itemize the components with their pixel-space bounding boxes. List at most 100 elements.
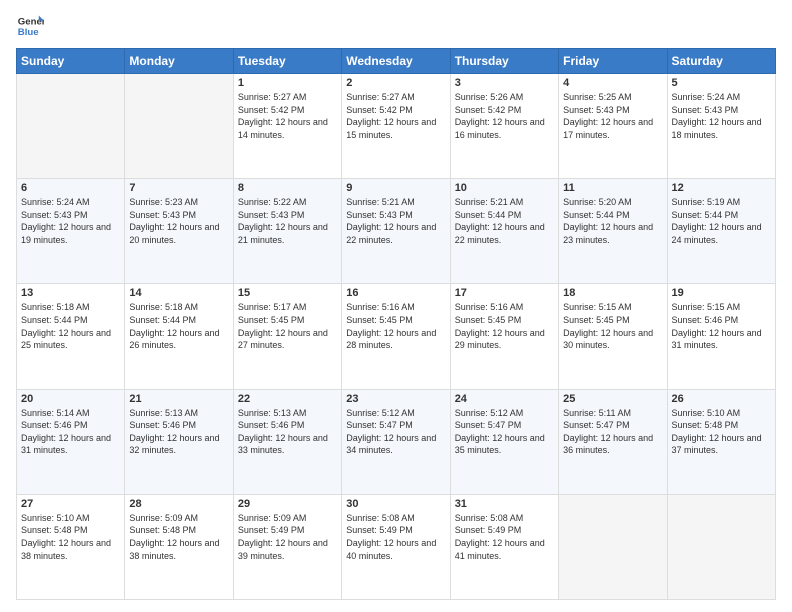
weekday-header-friday: Friday <box>559 49 667 74</box>
day-number: 18 <box>563 287 662 299</box>
day-info: Sunrise: 5:24 AMSunset: 5:43 PMDaylight:… <box>21 196 120 246</box>
day-number: 15 <box>238 287 337 299</box>
calendar-table: SundayMondayTuesdayWednesdayThursdayFrid… <box>16 48 776 600</box>
day-info: Sunrise: 5:25 AMSunset: 5:43 PMDaylight:… <box>563 91 662 141</box>
day-number: 13 <box>21 287 120 299</box>
day-info: Sunrise: 5:23 AMSunset: 5:43 PMDaylight:… <box>129 196 228 246</box>
calendar-cell: 11Sunrise: 5:20 AMSunset: 5:44 PMDayligh… <box>559 179 667 284</box>
calendar-cell: 29 Sunrise: 5:09 AMSunset: 5:49 PMDayligh… <box>233 494 341 599</box>
calendar-cell <box>559 494 667 599</box>
weekday-header-thursday: Thursday <box>450 49 558 74</box>
day-info: Sunrise: 5:24 AMSunset: 5:43 PMDaylight:… <box>672 91 771 141</box>
day-number: 21 <box>129 393 228 405</box>
calendar-week-row: 13Sunrise: 5:18 AMSunset: 5:44 PMDayligh… <box>17 284 776 389</box>
calendar-cell: 20Sunrise: 5:14 AMSunset: 5:46 PMDayligh… <box>17 389 125 494</box>
calendar-cell: 24 Sunrise: 5:12 AMSunset: 5:47 PMDayligh… <box>450 389 558 494</box>
weekday-header-sunday: Sunday <box>17 49 125 74</box>
day-number: 24 <box>455 393 554 405</box>
day-info: Sunrise: 5:12 AMSunset: 5:47 PMDaylight:… <box>346 407 445 457</box>
day-info: Sunrise: 5:12 AMSunset: 5:47 PMDaylight:… <box>455 407 554 457</box>
calendar-week-row: 6 Sunrise: 5:24 AMSunset: 5:43 PMDaylight… <box>17 179 776 284</box>
day-info: Sunrise: 5:21 AMSunset: 5:43 PMDaylight:… <box>346 196 445 246</box>
calendar-cell: 30 Sunrise: 5:08 AMSunset: 5:49 PMDayligh… <box>342 494 450 599</box>
day-info: Sunrise: 5:19 AMSunset: 5:44 PMDaylight:… <box>672 196 771 246</box>
day-number: 2 <box>346 77 445 89</box>
day-info: Sunrise: 5:10 AMSunset: 5:48 PMDaylight:… <box>21 512 120 562</box>
day-number: 3 <box>455 77 554 89</box>
day-info: Sunrise: 5:09 AMSunset: 5:48 PMDaylight:… <box>129 512 228 562</box>
calendar-cell: 8 Sunrise: 5:22 AMSunset: 5:43 PMDaylight… <box>233 179 341 284</box>
day-info: Sunrise: 5:17 AMSunset: 5:45 PMDaylight:… <box>238 301 337 351</box>
day-number: 10 <box>455 182 554 194</box>
day-info: Sunrise: 5:11 AMSunset: 5:47 PMDaylight:… <box>563 407 662 457</box>
calendar-cell: 18Sunrise: 5:15 AMSunset: 5:45 PMDayligh… <box>559 284 667 389</box>
day-number: 17 <box>455 287 554 299</box>
calendar-cell: 13Sunrise: 5:18 AMSunset: 5:44 PMDayligh… <box>17 284 125 389</box>
calendar-cell: 25 Sunrise: 5:11 AMSunset: 5:47 PMDayligh… <box>559 389 667 494</box>
day-number: 12 <box>672 182 771 194</box>
logo-icon: General Blue <box>16 12 44 40</box>
day-info: Sunrise: 5:22 AMSunset: 5:43 PMDaylight:… <box>238 196 337 246</box>
calendar-cell <box>125 74 233 179</box>
day-info: Sunrise: 5:09 AMSunset: 5:49 PMDaylight:… <box>238 512 337 562</box>
day-number: 26 <box>672 393 771 405</box>
day-info: Sunrise: 5:27 AMSunset: 5:42 PMDaylight:… <box>346 91 445 141</box>
calendar-cell: 1 Sunrise: 5:27 AMSunset: 5:42 PMDaylight… <box>233 74 341 179</box>
day-number: 16 <box>346 287 445 299</box>
day-info: Sunrise: 5:13 AMSunset: 5:46 PMDaylight:… <box>129 407 228 457</box>
day-number: 22 <box>238 393 337 405</box>
day-info: Sunrise: 5:21 AMSunset: 5:44 PMDaylight:… <box>455 196 554 246</box>
weekday-header-saturday: Saturday <box>667 49 775 74</box>
weekday-header-row: SundayMondayTuesdayWednesdayThursdayFrid… <box>17 49 776 74</box>
calendar-week-row: 1 Sunrise: 5:27 AMSunset: 5:42 PMDaylight… <box>17 74 776 179</box>
day-number: 6 <box>21 182 120 194</box>
calendar-cell: 9 Sunrise: 5:21 AMSunset: 5:43 PMDaylight… <box>342 179 450 284</box>
day-number: 8 <box>238 182 337 194</box>
calendar-cell: 12 Sunrise: 5:19 AMSunset: 5:44 PMDayligh… <box>667 179 775 284</box>
day-info: Sunrise: 5:16 AMSunset: 5:45 PMDaylight:… <box>346 301 445 351</box>
calendar-cell: 6 Sunrise: 5:24 AMSunset: 5:43 PMDaylight… <box>17 179 125 284</box>
day-number: 23 <box>346 393 445 405</box>
weekday-header-wednesday: Wednesday <box>342 49 450 74</box>
calendar-cell: 2 Sunrise: 5:27 AMSunset: 5:42 PMDaylight… <box>342 74 450 179</box>
logo: General Blue <box>16 12 44 40</box>
day-number: 20 <box>21 393 120 405</box>
calendar-week-row: 20Sunrise: 5:14 AMSunset: 5:46 PMDayligh… <box>17 389 776 494</box>
calendar-cell: 4 Sunrise: 5:25 AMSunset: 5:43 PMDaylight… <box>559 74 667 179</box>
calendar-cell <box>667 494 775 599</box>
calendar-cell: 27 Sunrise: 5:10 AMSunset: 5:48 PMDayligh… <box>17 494 125 599</box>
calendar-cell: 14Sunrise: 5:18 AMSunset: 5:44 PMDayligh… <box>125 284 233 389</box>
day-number: 27 <box>21 498 120 510</box>
day-number: 9 <box>346 182 445 194</box>
day-info: Sunrise: 5:13 AMSunset: 5:46 PMDaylight:… <box>238 407 337 457</box>
calendar-cell: 21 Sunrise: 5:13 AMSunset: 5:46 PMDayligh… <box>125 389 233 494</box>
day-info: Sunrise: 5:27 AMSunset: 5:42 PMDaylight:… <box>238 91 337 141</box>
calendar-cell: 16 Sunrise: 5:16 AMSunset: 5:45 PMDayligh… <box>342 284 450 389</box>
weekday-header-monday: Monday <box>125 49 233 74</box>
calendar-cell: 10 Sunrise: 5:21 AMSunset: 5:44 PMDayligh… <box>450 179 558 284</box>
weekday-header-tuesday: Tuesday <box>233 49 341 74</box>
day-number: 30 <box>346 498 445 510</box>
calendar-cell <box>17 74 125 179</box>
calendar-cell: 19Sunrise: 5:15 AMSunset: 5:46 PMDayligh… <box>667 284 775 389</box>
day-number: 4 <box>563 77 662 89</box>
calendar-cell: 31Sunrise: 5:08 AMSunset: 5:49 PMDayligh… <box>450 494 558 599</box>
day-number: 14 <box>129 287 228 299</box>
svg-text:Blue: Blue <box>18 27 39 38</box>
calendar-cell: 22 Sunrise: 5:13 AMSunset: 5:46 PMDayligh… <box>233 389 341 494</box>
day-info: Sunrise: 5:08 AMSunset: 5:49 PMDaylight:… <box>455 512 554 562</box>
day-info: Sunrise: 5:10 AMSunset: 5:48 PMDaylight:… <box>672 407 771 457</box>
day-info: Sunrise: 5:26 AMSunset: 5:42 PMDaylight:… <box>455 91 554 141</box>
day-number: 29 <box>238 498 337 510</box>
calendar-week-row: 27 Sunrise: 5:10 AMSunset: 5:48 PMDayligh… <box>17 494 776 599</box>
day-number: 28 <box>129 498 228 510</box>
day-number: 1 <box>238 77 337 89</box>
calendar-cell: 5Sunrise: 5:24 AMSunset: 5:43 PMDaylight… <box>667 74 775 179</box>
day-info: Sunrise: 5:20 AMSunset: 5:44 PMDaylight:… <box>563 196 662 246</box>
calendar-cell: 23 Sunrise: 5:12 AMSunset: 5:47 PMDayligh… <box>342 389 450 494</box>
day-number: 25 <box>563 393 662 405</box>
header: General Blue <box>16 12 776 40</box>
day-info: Sunrise: 5:08 AMSunset: 5:49 PMDaylight:… <box>346 512 445 562</box>
day-number: 19 <box>672 287 771 299</box>
day-info: Sunrise: 5:16 AMSunset: 5:45 PMDaylight:… <box>455 301 554 351</box>
